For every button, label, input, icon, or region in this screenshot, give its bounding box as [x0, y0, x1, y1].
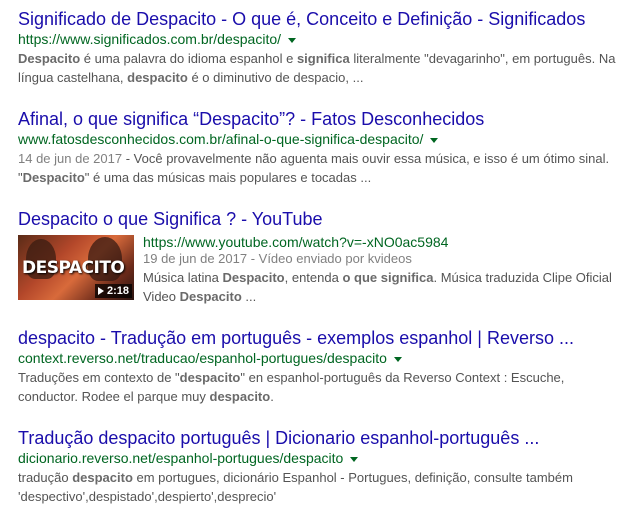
result-url: dicionario.reverso.net/espanhol-portugue…: [18, 450, 344, 466]
video-duration-badge: 2:18: [94, 284, 132, 298]
video-meta: 19 de jun de 2017 - Vídeo enviado por kv…: [143, 251, 412, 266]
dropdown-arrow-icon[interactable]: [350, 456, 359, 462]
snippet-text: Traduções em contexto de ": [18, 370, 180, 385]
result-title-link[interactable]: Despacito o que Significa ? - YouTube: [18, 208, 633, 230]
result-snippet: 14 de jun de 2017 - Você provavelmente n…: [18, 149, 616, 187]
snippet-keyword: despacito: [209, 389, 271, 404]
snippet-text: é o diminutivo de despacio, ...: [187, 70, 364, 85]
video-duration: 2:18: [106, 285, 129, 297]
snippet-keyword: despacito: [72, 470, 133, 485]
result-date: 14 de jun de 2017: [18, 151, 123, 166]
result-snippet: tradução despacito em portugues, dicioná…: [18, 468, 616, 506]
result-title-link[interactable]: Significado de Despacito - O que é, Conc…: [18, 8, 633, 30]
dropdown-arrow-icon[interactable]: [288, 37, 297, 43]
snippet-keyword: despacito: [127, 70, 188, 85]
result-title-link[interactable]: Tradução despacito português | Dicionari…: [18, 427, 633, 449]
video-thumbnail[interactable]: DESPACITO 2:18: [18, 235, 134, 300]
search-result: despacito - Tradução em português - exem…: [18, 327, 633, 406]
result-url: www.fatosdesconhecidos.com.br/afinal-o-q…: [18, 131, 424, 147]
snippet-text: .: [270, 389, 274, 404]
snippet-text: tradução: [18, 470, 73, 485]
snippet-text: " é uma das músicas mais populares e toc…: [84, 170, 372, 185]
dropdown-arrow-icon[interactable]: [393, 356, 402, 362]
snippet-keyword: significa: [296, 51, 350, 66]
snippet-keyword: Despacito: [22, 170, 85, 185]
snippet-text: Música latina: [143, 270, 223, 285]
result-snippet: Traduções em contexto de "despacito" en …: [18, 368, 616, 406]
thumbnail-title: DESPACITO: [22, 258, 125, 278]
snippet-keyword: Despacito: [179, 289, 242, 304]
result-url-row: https://www.youtube.com/watch?v=-xNO0ac5…: [143, 234, 633, 250]
result-url-row: dicionario.reverso.net/espanhol-portugue…: [18, 450, 633, 466]
snippet-text: , entenda: [284, 270, 343, 285]
snippet-text: ...: [241, 289, 257, 304]
snippet-text: é uma palavra do idioma espanhol e: [80, 51, 297, 66]
snippet-keyword: despacito: [179, 370, 241, 385]
result-url-row: www.fatosdesconhecidos.com.br/afinal-o-q…: [18, 131, 633, 147]
result-url-row: context.reverso.net/traducao/espanhol-po…: [18, 350, 633, 366]
video-info: https://www.youtube.com/watch?v=-xNO0ac5…: [143, 233, 633, 306]
snippet-keyword: o que significa: [342, 270, 434, 285]
video-result: Despacito o que Significa ? - YouTube DE…: [18, 208, 633, 306]
search-result: Afinal, o que significa “Despacito”? - F…: [18, 108, 633, 187]
snippet-keyword: Despacito: [18, 51, 81, 66]
result-snippet: Despacito é uma palavra do idioma espanh…: [18, 49, 616, 87]
result-url: context.reverso.net/traducao/espanhol-po…: [18, 350, 387, 366]
video-body: DESPACITO 2:18 https://www.youtube.com/w…: [18, 233, 633, 306]
play-icon: [97, 287, 104, 295]
search-result: Tradução despacito português | Dicionari…: [18, 427, 633, 506]
result-url-row: https://www.significados.com.br/despacit…: [18, 31, 633, 47]
snippet-keyword: Despacito: [222, 270, 285, 285]
result-url: https://www.significados.com.br/despacit…: [18, 31, 282, 47]
dropdown-arrow-icon[interactable]: [430, 137, 439, 143]
search-result: Significado de Despacito - O que é, Conc…: [18, 8, 633, 87]
result-title-link[interactable]: Afinal, o que significa “Despacito”? - F…: [18, 108, 633, 130]
result-title-link[interactable]: despacito - Tradução em português - exem…: [18, 327, 633, 349]
search-results: Significado de Despacito - O que é, Conc…: [0, 0, 633, 506]
result-url: https://www.youtube.com/watch?v=-xNO0ac5…: [143, 234, 449, 250]
result-snippet: Música latina Despacito, entenda o que s…: [143, 268, 617, 306]
